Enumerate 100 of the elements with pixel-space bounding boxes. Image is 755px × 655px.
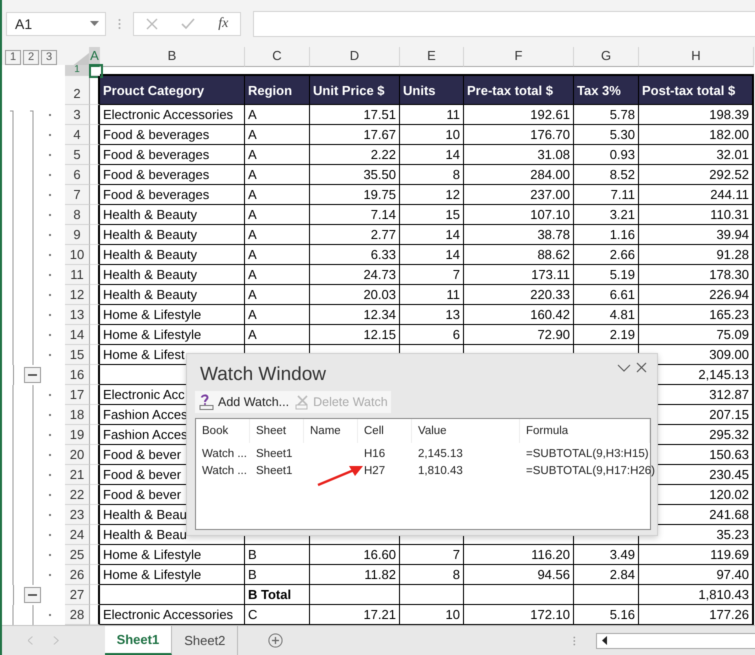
row-header[interactable]: 21 bbox=[65, 465, 90, 485]
list-column-header[interactable]: Sheet bbox=[250, 419, 304, 443]
column-header[interactable]: H bbox=[639, 47, 754, 67]
table-cell: 4.81 bbox=[574, 305, 639, 325]
table-cell: 14 bbox=[400, 225, 464, 245]
row-header[interactable]: 24 bbox=[65, 525, 90, 545]
row-header[interactable]: 8 bbox=[65, 205, 90, 225]
table-cell: A bbox=[245, 165, 310, 185]
table-cell: A bbox=[245, 265, 310, 285]
row-header[interactable]: 25 bbox=[65, 545, 90, 565]
row-header[interactable]: 16 bbox=[65, 365, 90, 385]
table-cell: 110.31 bbox=[639, 205, 754, 225]
table-cell bbox=[90, 265, 100, 285]
row-header[interactable]: 3 bbox=[65, 105, 90, 125]
row-header[interactable]: 4 bbox=[65, 125, 90, 145]
list-column-header[interactable]: Cell bbox=[358, 419, 412, 443]
table-cell bbox=[90, 105, 100, 125]
list-column-header[interactable]: Name bbox=[304, 419, 358, 443]
table-cell bbox=[90, 165, 100, 185]
row-header[interactable]: 15 bbox=[65, 345, 90, 365]
table-cell: 7.14 bbox=[310, 205, 400, 225]
list-column-header[interactable]: Book bbox=[196, 419, 250, 443]
table-cell: 17.67 bbox=[310, 125, 400, 145]
table-cell: 107.10 bbox=[464, 205, 574, 225]
table-cell: 220.33 bbox=[464, 285, 574, 305]
name-box[interactable]: A1 bbox=[6, 12, 106, 36]
row-header[interactable]: 12 bbox=[65, 285, 90, 305]
row-header[interactable]: 13 bbox=[65, 305, 90, 325]
table-cell: 237.00 bbox=[464, 185, 574, 205]
table-cell: 12.15 bbox=[310, 325, 400, 345]
list-cell: Sheet1 bbox=[256, 464, 292, 476]
table-cell: 11.82 bbox=[310, 565, 400, 585]
list-column-header[interactable]: Formula bbox=[520, 419, 650, 443]
row-header[interactable]: 19 bbox=[65, 425, 90, 445]
row-header[interactable]: 27 bbox=[65, 585, 90, 605]
table-cell: 32.01 bbox=[639, 145, 754, 165]
add-sheet-icon[interactable] bbox=[268, 632, 284, 649]
row-header[interactable]: 7 bbox=[65, 185, 90, 205]
table-cell: Health & Beauty bbox=[100, 225, 245, 245]
table-cell: A bbox=[245, 185, 310, 205]
scroll-left-icon[interactable] bbox=[601, 636, 609, 645]
row-header[interactable]: 23 bbox=[65, 505, 90, 525]
row-header[interactable]: 11 bbox=[65, 265, 90, 285]
row-header[interactable]: 14 bbox=[65, 325, 90, 345]
row-header[interactable]: 5 bbox=[65, 145, 90, 165]
table-cell: Home & Lifestyle bbox=[100, 545, 245, 565]
outline-level-button[interactable]: 1 bbox=[5, 50, 21, 64]
row-header[interactable]: 6 bbox=[65, 165, 90, 185]
column-heading: Post-tax total $ bbox=[639, 76, 754, 105]
formula-field[interactable] bbox=[253, 10, 755, 36]
table-cell: Food & beverages bbox=[100, 165, 245, 185]
row-header[interactable]: 22 bbox=[65, 485, 90, 505]
row-header[interactable]: 1 bbox=[65, 65, 90, 76]
table-cell bbox=[90, 125, 100, 145]
collapse-button[interactable] bbox=[24, 367, 41, 383]
row-header[interactable]: 20 bbox=[65, 445, 90, 465]
horizontal-scrollbar[interactable] bbox=[596, 632, 755, 648]
table-cell: 116.20 bbox=[464, 545, 574, 565]
table-cell: 292.52 bbox=[639, 165, 754, 185]
sheet-tab[interactable]: Sheet1 bbox=[104, 626, 172, 655]
list-cell: 2,145.13 bbox=[418, 448, 463, 460]
insert-function-button[interactable]: fx bbox=[218, 16, 228, 32]
table-cell: 2.77 bbox=[310, 225, 400, 245]
table-cell: 284.00 bbox=[464, 165, 574, 185]
column-heading: Unit Price $ bbox=[310, 76, 400, 105]
outline-level-button[interactable]: 2 bbox=[23, 50, 39, 64]
column-header[interactable]: G bbox=[574, 47, 639, 67]
list-column-header[interactable]: Value bbox=[412, 419, 520, 443]
outline-level-button[interactable]: 3 bbox=[41, 50, 57, 64]
row-header[interactable]: 28 bbox=[65, 605, 90, 625]
column-header[interactable]: C bbox=[245, 47, 310, 67]
column-header[interactable]: E bbox=[400, 47, 464, 67]
next-sheet-icon[interactable] bbox=[53, 636, 59, 645]
table-cell: Health & Beauty bbox=[100, 245, 245, 265]
caret-icon bbox=[90, 21, 99, 26]
table-cell: A bbox=[245, 145, 310, 165]
row-header[interactable]: 18 bbox=[65, 405, 90, 425]
table-cell: 1,810.43 bbox=[639, 585, 754, 605]
row-header[interactable]: 10 bbox=[65, 245, 90, 265]
table-cell: 31.08 bbox=[464, 145, 574, 165]
close-icon[interactable] bbox=[636, 362, 647, 373]
cancel-icon[interactable] bbox=[146, 18, 158, 30]
table-cell bbox=[90, 485, 100, 505]
table-cell: 6.33 bbox=[310, 245, 400, 265]
sheet-tab[interactable]: Sheet2 bbox=[172, 626, 238, 655]
collapse-button[interactable] bbox=[24, 587, 41, 603]
table-cell: 24.73 bbox=[310, 265, 400, 285]
column-header[interactable]: A bbox=[90, 47, 100, 67]
column-header[interactable]: D bbox=[310, 47, 400, 67]
column-header[interactable]: F bbox=[464, 47, 574, 67]
row-header[interactable]: 17 bbox=[65, 385, 90, 405]
chevron-icon[interactable] bbox=[617, 364, 631, 372]
table-cell: 12 bbox=[400, 185, 464, 205]
row-header[interactable]: 26 bbox=[65, 565, 90, 585]
column-header[interactable]: B bbox=[100, 47, 245, 67]
checkmark-icon[interactable] bbox=[180, 18, 195, 29]
row-header[interactable]: 2 bbox=[65, 76, 90, 105]
previous-sheet-icon[interactable] bbox=[28, 636, 34, 645]
column-heading: Region bbox=[245, 76, 310, 105]
row-header[interactable]: 9 bbox=[65, 225, 90, 245]
